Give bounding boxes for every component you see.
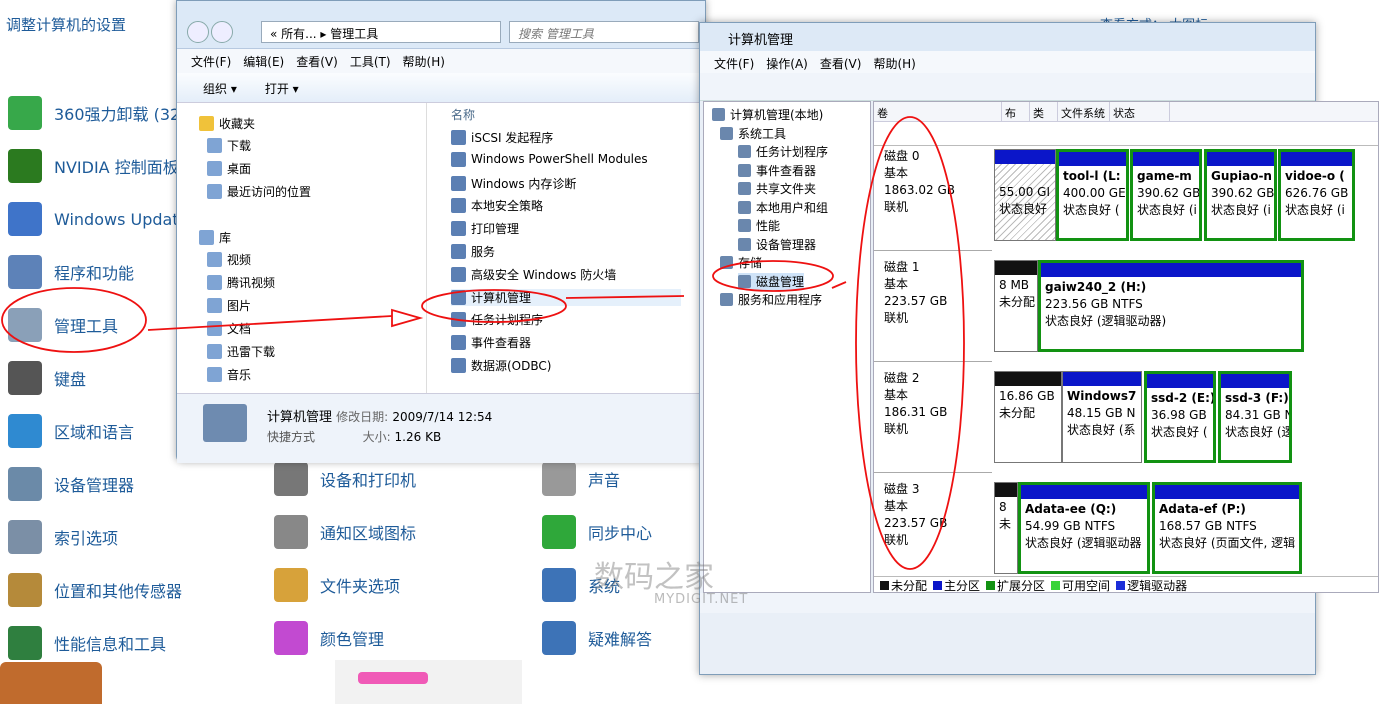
annotation-circle-compmgmt <box>421 289 567 323</box>
annotation-circle-disk-mgmt <box>712 260 834 292</box>
annotation-circle-admin-tools <box>1 287 147 353</box>
annotation-arrow-1 <box>147 315 393 331</box>
annotation-arrow-2 <box>565 295 685 299</box>
red-annotation-layer <box>1 116 965 570</box>
annotation-arrow-3 <box>831 281 847 289</box>
annotation-arrowhead-1 <box>391 308 424 328</box>
annotation-circle-disks <box>855 116 965 570</box>
